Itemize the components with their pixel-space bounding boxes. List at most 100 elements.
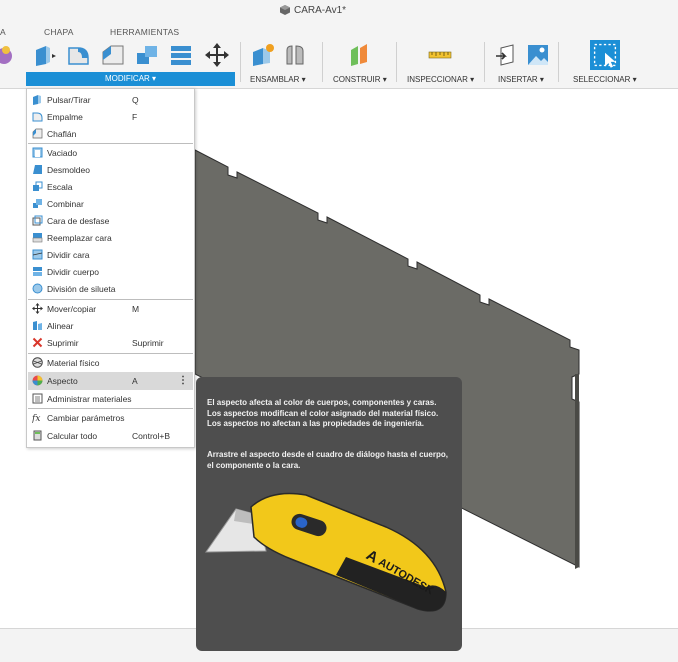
menu-item-label: Cambiar parámetros — [47, 413, 125, 423]
toolbar-separator — [484, 42, 485, 82]
menu-item-shortcut: F — [132, 112, 138, 122]
move-icon — [32, 303, 43, 314]
menu-item-vaciado[interactable]: Vaciado — [28, 144, 193, 161]
menu-item-alinear[interactable]: Alinear — [28, 317, 193, 334]
press-pull-button[interactable] — [32, 42, 58, 68]
offset-face-icon — [32, 215, 43, 226]
joint-button[interactable] — [282, 42, 308, 68]
move-icon — [205, 43, 229, 67]
press-pull-icon — [33, 95, 41, 105]
image-icon — [528, 45, 548, 65]
document-cube-icon — [280, 5, 290, 15]
tab-chapa[interactable]: CHAPA — [44, 27, 74, 37]
svg-text:fx: fx — [32, 414, 40, 423]
menu-item-chaflan[interactable]: Chaflán — [28, 125, 193, 142]
window-title-container: CARA-Av1* — [280, 5, 347, 16]
menu-item-label: Dividir cuerpo — [47, 267, 99, 277]
manage-materials-icon — [32, 393, 43, 404]
menu-item-administrar-materiales[interactable]: Administrar materiales — [28, 390, 193, 407]
appearance-tooltip: El aspecto afecta al color de cuerpos, c… — [196, 377, 462, 651]
menu-item-escala[interactable]: Escala — [28, 178, 193, 195]
toolbar-separator — [396, 42, 397, 82]
menu-item-pulsar-tirar[interactable]: Pulsar/Tirar Q — [28, 91, 193, 108]
insertar-menu-button[interactable]: INSERTAR ▾ — [498, 75, 544, 84]
menu-item-label: Combinar — [47, 199, 84, 209]
modificar-menu-button[interactable]: MODIFICAR ▾ — [26, 72, 235, 86]
combine-button[interactable] — [134, 42, 160, 68]
offset-plane-button[interactable] — [346, 42, 372, 68]
menu-item-desmoldeo[interactable]: Desmoldeo — [28, 161, 193, 178]
new-component-button[interactable] — [250, 42, 276, 68]
delete-icon — [32, 337, 43, 348]
menu-item-calcular-todo[interactable]: Calcular todo Control+B — [28, 427, 193, 444]
window-title: CARA-Av1* — [294, 5, 347, 16]
ruler-icon — [428, 51, 452, 59]
draft-icon — [33, 165, 42, 174]
menu-item-label: Cara de desfase — [47, 216, 110, 226]
seleccionar-menu-button[interactable]: SELECCIONAR ▾ — [573, 75, 637, 84]
menu-item-dividir-cara[interactable]: Dividir cara — [28, 246, 193, 263]
press-pull-icon — [36, 46, 56, 66]
menu-item-shortcut: A — [132, 376, 138, 386]
chamfer-icon — [102, 45, 124, 65]
appearance-icon — [32, 375, 43, 386]
compute-all-icon — [33, 430, 42, 441]
scale-icon — [33, 181, 43, 191]
chamfer-button[interactable] — [100, 42, 126, 68]
toolbar-separator — [558, 42, 559, 82]
ensamblar-menu-button[interactable]: ENSAMBLAR ▾ — [250, 75, 306, 84]
joint-icon — [286, 45, 304, 65]
menu-item-cambiar-parametros[interactable]: fx Cambiar parámetros — [28, 409, 193, 426]
tab-herramientas[interactable]: HERRAMIENTAS — [110, 27, 179, 37]
toolbar-separator — [240, 42, 241, 82]
more-options-icon[interactable]: ⋮ — [178, 375, 188, 386]
menu-item-label: Chaflán — [47, 129, 77, 139]
menu-item-label: Alinear — [47, 321, 74, 331]
replace-face-icon — [32, 233, 43, 243]
menu-item-label: Desmoldeo — [47, 165, 90, 175]
combine-icon — [137, 46, 157, 64]
insert-derive-button[interactable] — [493, 42, 519, 68]
new-component-icon — [253, 44, 274, 66]
select-button[interactable] — [590, 40, 620, 70]
menu-item-shortcut: M — [132, 304, 140, 314]
physical-material-icon — [32, 357, 43, 368]
fillet-button[interactable] — [66, 42, 92, 68]
menu-item-dividir-cuerpo[interactable]: Dividir cuerpo — [28, 263, 193, 280]
move-copy-button[interactable] — [204, 42, 230, 68]
fillet-icon — [68, 47, 89, 65]
parameters-icon: fx — [32, 414, 40, 423]
menu-item-material-fisico[interactable]: Material físico — [28, 354, 193, 371]
menu-item-shortcut: Q — [132, 95, 139, 105]
inspeccionar-menu-button[interactable]: INSPECCIONAR ▾ — [407, 75, 474, 84]
menu-item-label: Suprimir — [47, 338, 79, 348]
title-bar: CARA-Av1* — [0, 0, 678, 23]
construir-menu-button[interactable]: CONSTRUIR ▾ — [333, 75, 387, 84]
split-face-icon — [32, 249, 43, 260]
create-tool-button[interactable] — [0, 42, 12, 68]
measure-button[interactable] — [427, 42, 453, 68]
menu-item-shortcut: Suprimir — [132, 338, 164, 348]
menu-item-cara-de-desfase[interactable]: Cara de desfase — [28, 212, 193, 229]
menu-item-suprimir[interactable]: Suprimir Suprimir — [28, 334, 193, 351]
tab-solido[interactable]: A — [0, 27, 6, 37]
menu-item-reemplazar-cara[interactable]: Reemplazar cara — [28, 229, 193, 246]
offset-face-button[interactable] — [168, 42, 194, 68]
menu-item-label: Vaciado — [47, 148, 78, 158]
toolbar-separator — [322, 42, 323, 82]
menu-item-label: Mover/copiar — [47, 304, 97, 314]
align-icon — [33, 321, 42, 330]
menu-item-division-de-silueta[interactable]: División de silueta — [28, 280, 193, 297]
split-body-icon — [33, 267, 42, 276]
insert-canvas-button[interactable] — [525, 42, 551, 68]
menu-item-combinar[interactable]: Combinar — [28, 195, 193, 212]
menu-item-mover-copiar[interactable]: Mover/copiar M — [28, 300, 193, 317]
menu-item-shortcut: Control+B — [132, 431, 171, 441]
menu-item-label: Dividir cara — [47, 250, 90, 260]
insert-icon — [496, 44, 514, 66]
menu-item-aspecto[interactable]: Aspecto A ⋮ — [28, 372, 193, 390]
menu-item-label: Pulsar/Tirar — [47, 95, 91, 105]
combine-icon — [33, 199, 42, 208]
menu-item-empalme[interactable]: Empalme F — [28, 108, 193, 125]
menu-item-label: Aspecto — [47, 376, 78, 386]
